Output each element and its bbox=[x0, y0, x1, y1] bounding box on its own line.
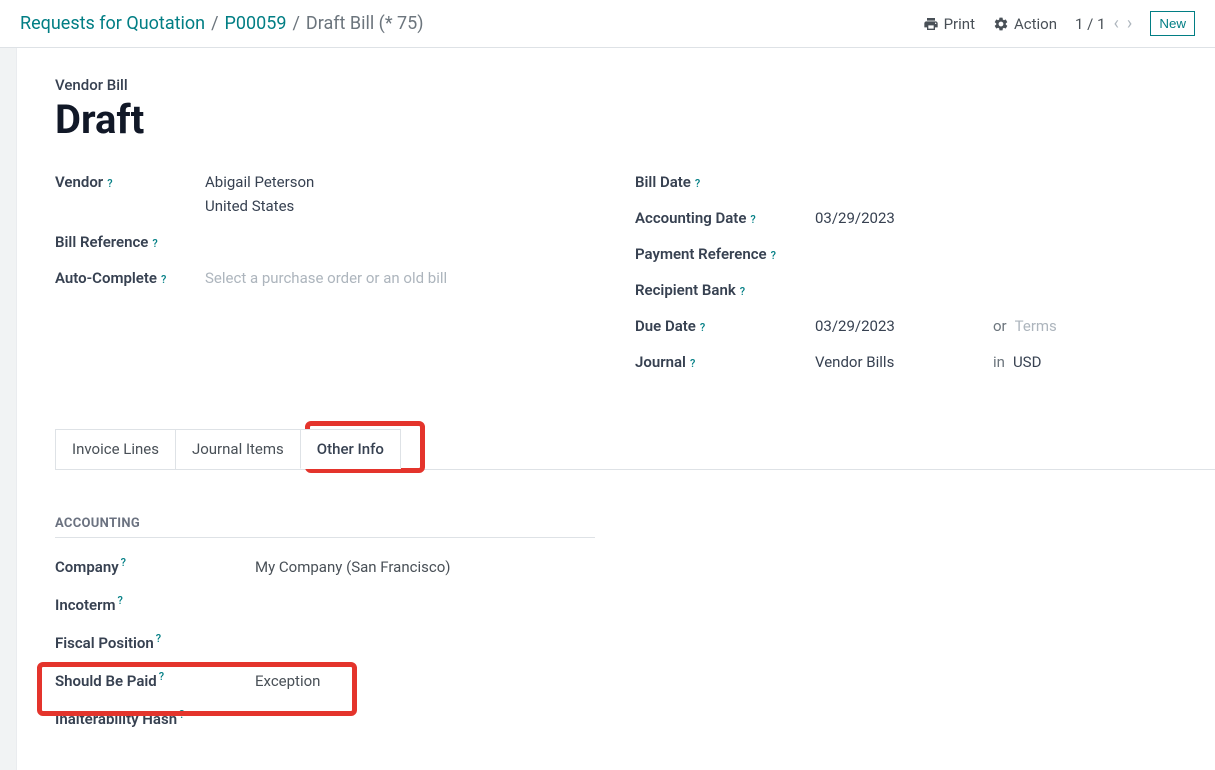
pager: 1 / 1 ‹ › bbox=[1075, 13, 1132, 34]
due-date-or: or bbox=[993, 317, 1007, 335]
breadcrumb-current: Draft Bill (* 75) bbox=[306, 13, 424, 34]
company-value[interactable]: My Company (San Francisco) bbox=[255, 558, 1215, 576]
recipient-bank-label: Recipient Bank? bbox=[635, 281, 815, 299]
breadcrumb-po[interactable]: P00059 bbox=[225, 13, 287, 34]
vendor-label: Vendor? bbox=[55, 173, 205, 191]
vendor-country: United States bbox=[205, 197, 635, 215]
breadcrumb-sep: / bbox=[292, 13, 299, 34]
gear-icon bbox=[993, 16, 1009, 32]
help-icon[interactable]: ? bbox=[121, 556, 126, 569]
help-icon[interactable]: ? bbox=[690, 357, 695, 370]
accounting-section-title: Accounting bbox=[55, 516, 595, 538]
vendor-name: Abigail Peterson bbox=[205, 173, 635, 191]
tab-invoice-lines[interactable]: Invoice Lines bbox=[55, 429, 176, 469]
new-button[interactable]: New bbox=[1150, 11, 1195, 36]
breadcrumb: Requests for Quotation / P00059 / Draft … bbox=[20, 13, 424, 34]
payment-reference-label: Payment Reference? bbox=[635, 245, 815, 263]
company-label: Company? bbox=[55, 556, 255, 576]
tab-other-info[interactable]: Other Info bbox=[300, 429, 401, 469]
due-date-label: Due Date? bbox=[635, 317, 815, 335]
action-label: Action bbox=[1014, 15, 1057, 33]
help-icon[interactable]: ? bbox=[118, 594, 123, 607]
help-icon[interactable]: ? bbox=[695, 177, 700, 190]
bill-reference-label: Bill Reference? bbox=[55, 233, 205, 251]
help-icon[interactable]: ? bbox=[107, 177, 112, 190]
journal-label: Journal? bbox=[635, 353, 815, 371]
help-icon[interactable]: ? bbox=[161, 273, 166, 286]
fiscal-position-label: Fiscal Position? bbox=[55, 632, 255, 652]
pager-prev[interactable]: ‹ bbox=[1114, 13, 1119, 34]
action-button[interactable]: Action bbox=[993, 15, 1057, 33]
breadcrumb-sep: / bbox=[211, 13, 218, 34]
help-icon[interactable]: ? bbox=[740, 285, 745, 298]
help-icon[interactable]: ? bbox=[179, 708, 184, 721]
vendor-value[interactable]: Abigail Peterson United States bbox=[205, 173, 635, 215]
currency-value[interactable]: USD bbox=[1013, 353, 1041, 371]
print-icon bbox=[923, 16, 939, 32]
help-icon[interactable]: ? bbox=[152, 237, 157, 250]
should-be-paid-label: Should Be Paid? bbox=[55, 670, 255, 690]
help-icon[interactable]: ? bbox=[750, 213, 755, 226]
journal-in: in bbox=[993, 353, 1005, 371]
accounting-date-value[interactable]: 03/29/2023 bbox=[815, 209, 1215, 227]
help-icon[interactable]: ? bbox=[156, 632, 161, 645]
auto-complete-label: Auto-Complete? bbox=[55, 269, 205, 287]
help-icon[interactable]: ? bbox=[771, 249, 776, 262]
help-icon[interactable]: ? bbox=[159, 670, 164, 683]
pager-count: 1 / 1 bbox=[1075, 15, 1106, 33]
bill-date-label: Bill Date? bbox=[635, 173, 815, 191]
due-date-value[interactable]: 03/29/2023 bbox=[815, 317, 985, 335]
terms-input[interactable]: Terms bbox=[1015, 317, 1057, 335]
should-be-paid-value[interactable]: Exception bbox=[255, 672, 1215, 690]
accounting-date-label: Accounting Date? bbox=[635, 209, 815, 227]
print-label: Print bbox=[944, 15, 975, 33]
page-title: Draft bbox=[55, 96, 1215, 143]
breadcrumb-root[interactable]: Requests for Quotation bbox=[20, 13, 205, 34]
record-type-label: Vendor Bill bbox=[55, 76, 1215, 94]
incoterm-label: Incoterm? bbox=[55, 594, 255, 614]
pager-next[interactable]: › bbox=[1127, 13, 1132, 34]
print-button[interactable]: Print bbox=[923, 15, 975, 33]
inalterability-hash-label: Inalterability Hash? bbox=[55, 708, 255, 728]
left-gutter bbox=[0, 48, 17, 770]
tab-journal-items[interactable]: Journal Items bbox=[175, 429, 301, 469]
auto-complete-input[interactable]: Select a purchase order or an old bill bbox=[205, 269, 635, 287]
journal-value[interactable]: Vendor Bills bbox=[815, 353, 985, 371]
help-icon[interactable]: ? bbox=[700, 321, 705, 334]
